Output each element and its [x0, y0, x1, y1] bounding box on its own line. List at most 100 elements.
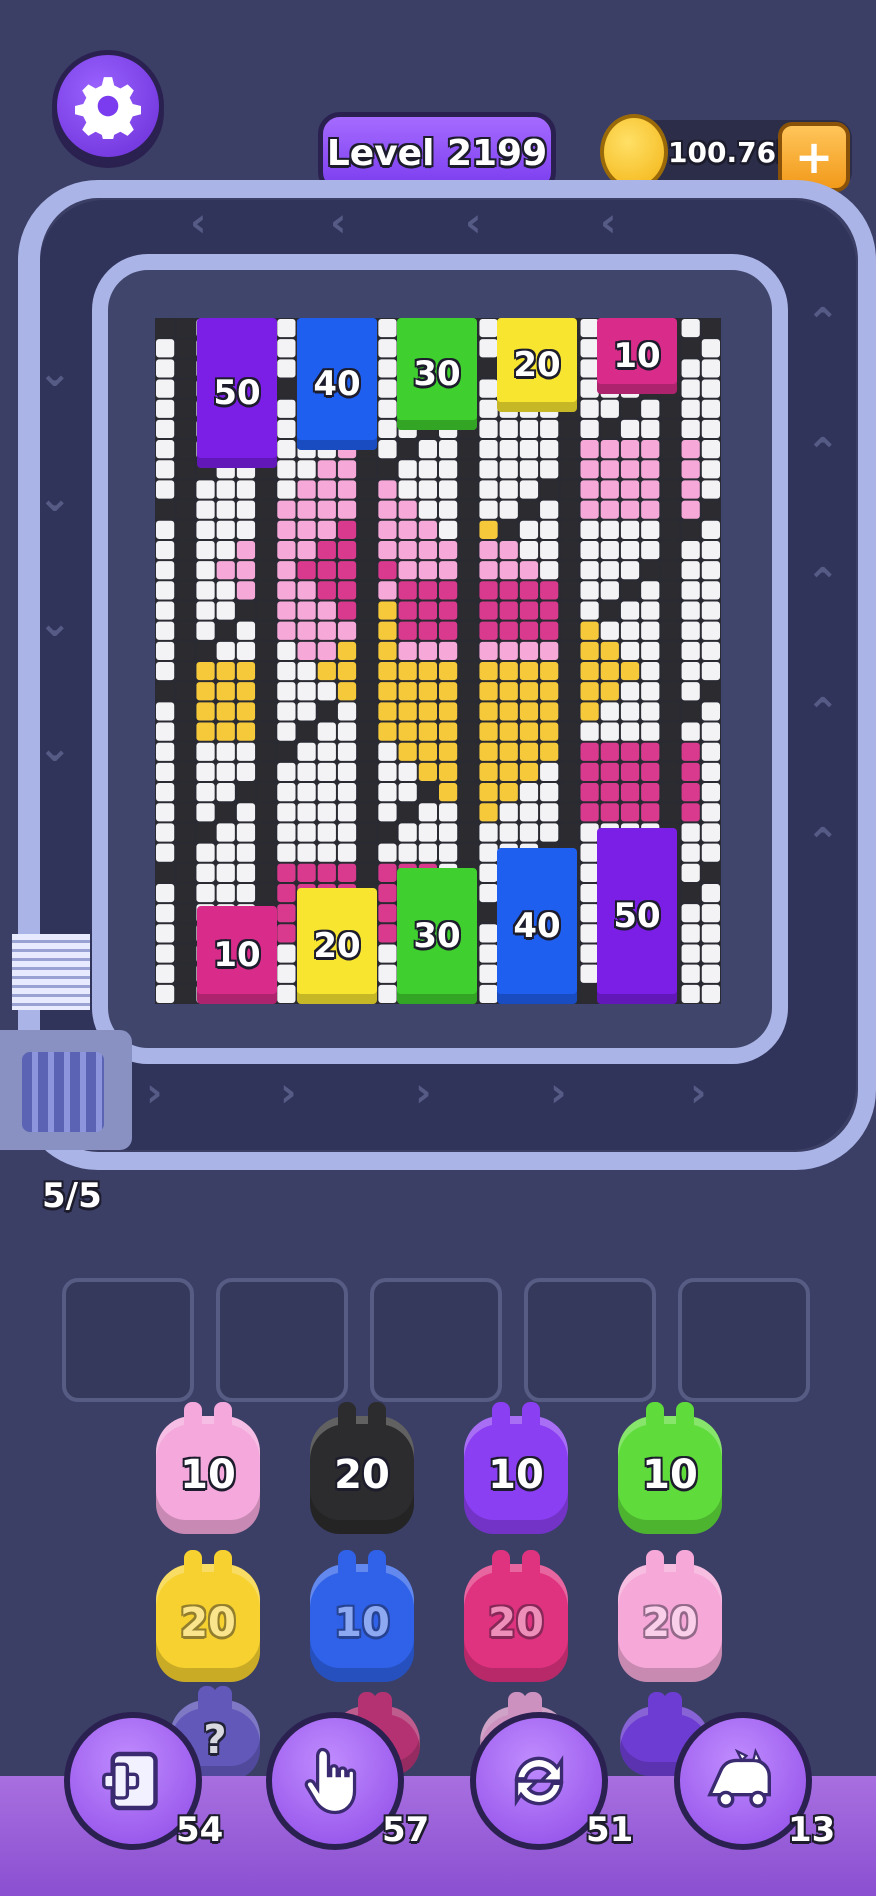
settings-button[interactable]: [52, 50, 164, 162]
pixel-cell: [196, 520, 215, 539]
pixel-cell: [277, 339, 296, 358]
pixel-cell: [297, 682, 316, 701]
pixel-cell: [701, 561, 720, 580]
pixel-cell: [641, 399, 660, 418]
pixel-cell: [297, 561, 316, 580]
pixel-cell: [176, 762, 195, 782]
pig-pink[interactable]: 10: [156, 1402, 260, 1534]
pixel-cell: [701, 339, 720, 358]
pixel-cell: [661, 540, 680, 560]
pixel-cell: [580, 621, 599, 640]
board-block-top-1[interactable]: 50: [197, 318, 277, 468]
pixel-cell: [580, 803, 599, 822]
pixel-cell: [216, 621, 235, 640]
pixel-cell: [236, 742, 256, 761]
queue-slot[interactable]: [678, 1278, 810, 1402]
board-block-bottom-4[interactable]: 40: [497, 848, 577, 1004]
pixel-cell: [519, 561, 539, 580]
coin-count: 100.76k: [668, 136, 795, 169]
pixel-cell: [580, 540, 599, 560]
queue-slot[interactable]: [62, 1278, 194, 1402]
pixel-cell: [378, 783, 397, 802]
pixel-cell: [661, 641, 680, 660]
pixel-cell: [378, 984, 397, 1003]
pig-purple[interactable]: 10: [464, 1402, 568, 1534]
board-block-top-5[interactable]: 10: [597, 318, 677, 394]
queue-slot[interactable]: [370, 1278, 502, 1402]
pixel-cell: [216, 742, 235, 761]
board-block-bottom-2[interactable]: 20: [297, 888, 377, 1004]
pixel-cell: [560, 480, 579, 499]
board-block-top-4[interactable]: 20: [497, 318, 577, 412]
add-slot-icon: [102, 1751, 158, 1811]
pig-black[interactable]: 20: [310, 1402, 414, 1534]
pixel-cell: [580, 581, 599, 600]
queue-slot[interactable]: [216, 1278, 348, 1402]
board-block-top-2[interactable]: 40: [297, 318, 377, 450]
pixel-cell: [176, 682, 195, 701]
pixel-cell: [297, 762, 316, 782]
pixel-cell: [236, 662, 256, 681]
pixel-cell: [641, 460, 660, 479]
block-value: 30: [413, 916, 461, 956]
pixel-cell: [418, 440, 437, 459]
pixel-cell: [439, 803, 458, 822]
pixel-cell: [358, 581, 377, 600]
block-value: 50: [213, 373, 261, 413]
pixel-cell: [236, 823, 256, 842]
pixel-cell: [701, 662, 720, 681]
pixel-cell: [580, 702, 599, 721]
board-block-bottom-1[interactable]: 10: [197, 906, 277, 1004]
pixel-cell: [701, 863, 720, 882]
pixel-cell: [580, 339, 599, 358]
pixel-cell: [398, 803, 417, 822]
pixel-cell: [297, 460, 316, 479]
board-block-bottom-5[interactable]: 50: [597, 828, 677, 1004]
pixel-cell: [540, 762, 559, 782]
pixel-cell: [216, 641, 235, 660]
pixel-cell: [681, 783, 700, 802]
pixel-cell: [196, 762, 215, 782]
pixel-cell: [641, 480, 660, 499]
pixel-cell: [398, 520, 417, 539]
pixel-cell: [580, 904, 599, 923]
pixel-cell: [277, 722, 296, 741]
board-block-bottom-3[interactable]: 30: [397, 868, 477, 1004]
pixel-cell: [560, 783, 579, 802]
arrow-up-icon: ⌃: [806, 820, 840, 866]
pixel-cell: [176, 641, 195, 660]
pixel-cell: [459, 520, 478, 539]
pixel-cell: [439, 662, 458, 681]
pixel-cell: [459, 803, 478, 822]
pixel-cell: [216, 520, 235, 539]
pig-green[interactable]: 10: [618, 1402, 722, 1534]
pixel-cell: [600, 662, 619, 681]
pig-value: 20: [334, 1452, 390, 1498]
conveyor-count: 5/5: [42, 1176, 102, 1216]
pixel-cell: [580, 662, 599, 681]
pixel-cell: [479, 682, 498, 701]
pixel-cell: [499, 440, 518, 459]
board-block-top-3[interactable]: 30: [397, 318, 477, 430]
pixel-cell: [620, 662, 640, 681]
pixel-cell: [156, 581, 175, 600]
pixel-cell: [317, 601, 336, 620]
pixel-cell: [156, 944, 175, 963]
pixel-cell: [337, 742, 357, 761]
pixel-cell: [519, 803, 539, 822]
pixel-cell: [681, 561, 700, 580]
pixel-cell: [620, 783, 640, 802]
pixel-cell: [317, 520, 336, 539]
pixel-cell: [479, 339, 498, 358]
queue-slot[interactable]: [524, 1278, 656, 1402]
pixel-cell: [661, 601, 680, 620]
pixel-cell: [439, 682, 458, 701]
pixel-cell: [661, 621, 680, 640]
pixel-cell: [459, 662, 478, 681]
pixel-cell: [337, 500, 357, 519]
pixel-cell: [499, 662, 518, 681]
pixel-cell: [560, 641, 579, 660]
pixel-cell: [257, 480, 276, 499]
pixel-cell: [479, 520, 498, 539]
pixel-cell: [176, 662, 195, 681]
